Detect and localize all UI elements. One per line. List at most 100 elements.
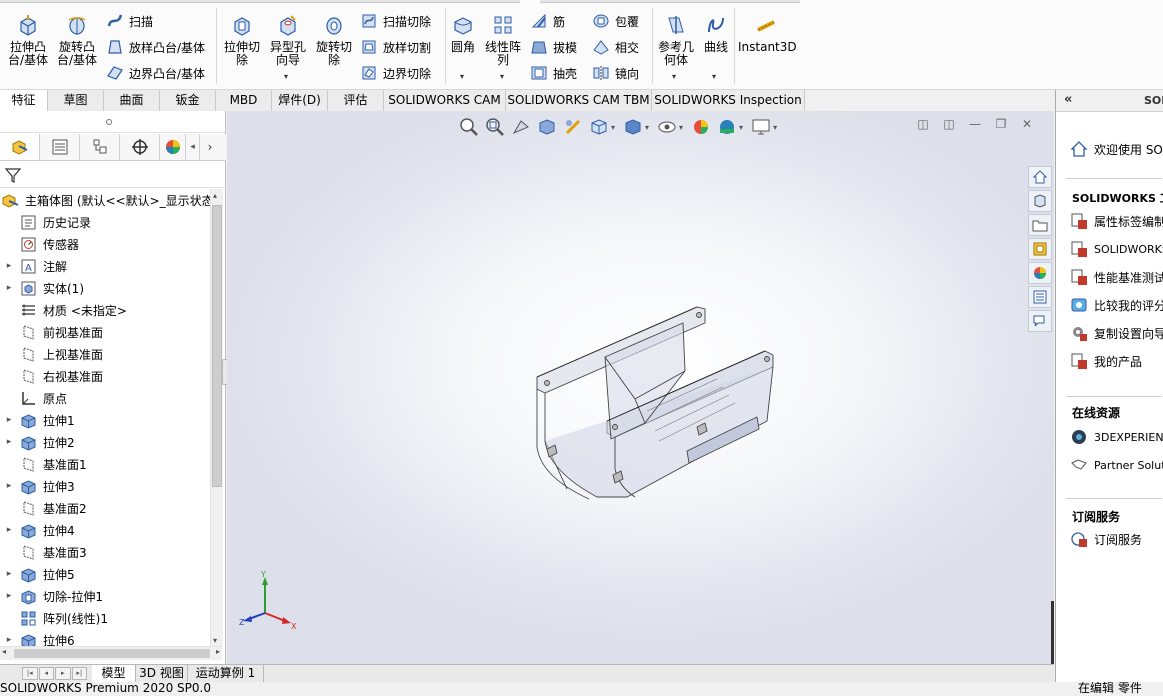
zoom-to-fit-icon[interactable] [459,117,479,137]
tab-evaluate[interactable]: 评估 [328,90,384,111]
tab-solidworks-cam-tbm[interactable]: SOLIDWORKS CAM TBM [506,90,652,111]
extrude-cut-button[interactable]: 拉伸切 除 [220,14,264,67]
rib-button[interactable]: 筋 [530,10,565,32]
section-view-icon[interactable] [537,117,557,137]
feature-manager-tab[interactable] [0,134,40,160]
scroll-up-icon[interactable]: ▴ [213,191,217,200]
property-manager-tab[interactable] [40,134,80,160]
expand-arrow-icon[interactable]: ▸ [2,569,16,579]
restore-icon[interactable]: ❐ [988,117,1014,131]
tab-features[interactable]: 特征 [0,90,48,111]
tab-weldments[interactable]: 焊件(D) [272,90,328,111]
tool-link[interactable]: 复制设置向导 [1070,324,1163,342]
file-explorer-icon[interactable] [1028,214,1052,236]
draft-button[interactable]: 拔模 [530,36,577,58]
expand-arrow-icon[interactable]: ▸ [2,261,16,271]
minimize-icon[interactable]: — [962,117,988,131]
expand-arrow-icon[interactable]: ▸ [2,591,16,601]
first-tab-icon[interactable]: |◂ [22,667,38,680]
tree-item[interactable]: 基准面3 [0,541,210,563]
scroll-left-icon[interactable]: ◂ [2,647,6,656]
tab-solidworks-cam[interactable]: SOLIDWORKS CAM [384,90,506,111]
tree-item[interactable]: ▸ 实体(1) [0,277,210,299]
tree-item[interactable]: ▸ 拉伸5 [0,563,210,585]
dimxpert-manager-tab[interactable] [120,134,160,160]
expand-arrow-icon[interactable]: ▸ [2,635,16,645]
next-tab-icon[interactable]: ▸ [55,667,71,680]
tree-item[interactable]: ▸ 拉伸3 [0,475,210,497]
expand-arrow-icon[interactable]: ▸ [2,437,16,447]
tab-motion-study[interactable]: 运动算例 1 [188,665,264,682]
tree-item[interactable]: 前视基准面 [0,321,210,343]
view-palette-icon[interactable] [1028,238,1052,260]
display-style-icon[interactable] [623,117,643,137]
tree-item[interactable]: 历史记录 [0,211,210,233]
tool-link[interactable]: 属性标签编制 [1070,212,1163,230]
tree-item[interactable]: 右视基准面 [0,365,210,387]
scroll-right-icon[interactable]: ▸ [216,647,220,656]
custom-properties-icon[interactable] [1028,286,1052,308]
tool-link[interactable]: 我的产品 [1070,352,1142,370]
tree-item[interactable]: 上视基准面 [0,343,210,365]
last-tab-icon[interactable]: ▸| [71,667,87,680]
wrap-button[interactable]: 包覆 [592,10,639,32]
tree-filter[interactable] [0,162,226,188]
tree-item[interactable]: ▸ A 注解 [0,255,210,277]
tab-solidworks-inspection[interactable]: SOLIDWORKS Inspection [652,90,805,111]
configuration-manager-tab[interactable] [80,134,120,160]
tab-model[interactable]: 模型 [92,665,136,682]
tab-3d-view[interactable]: 3D 视图 [136,665,188,682]
linear-pattern-chevron-down-icon[interactable]: ▾ [500,72,504,81]
apply-scene-icon[interactable] [717,117,737,137]
zoom-area-icon[interactable] [485,117,505,137]
fillet-chevron-down-icon[interactable]: ▾ [460,72,464,81]
view-settings-icon[interactable] [751,117,771,137]
revolve-cut-button[interactable]: 旋转切 除 [312,14,356,67]
tree-root-part[interactable]: 主箱体图 (默认<<默认>_显示状态 [0,189,210,211]
expand-arrow-icon[interactable]: ▸ [2,525,16,535]
tree-item[interactable]: ▸ 拉伸2 [0,431,210,453]
tree-item[interactable]: 基准面2 [0,497,210,519]
tool-link[interactable]: 比较我的评分 [1070,296,1163,314]
edit-appearance-icon[interactable] [691,117,711,137]
expand-arrow-icon[interactable]: ▸ [2,283,16,293]
expand-arrow-icon[interactable]: ▸ [2,481,16,491]
intersect-button[interactable]: 相交 [592,36,639,58]
tree-item[interactable]: 材质 <未指定> [0,299,210,321]
boundary-cut-button[interactable]: 边界切除 [360,62,431,84]
tree-item[interactable]: 基准面1 [0,453,210,475]
3dexperience-link[interactable]: 3DEXPERIENCE [1070,428,1163,446]
partner-solutions-link[interactable]: Partner Solut [1070,456,1163,474]
tool-link[interactable]: SOLIDWORKS [1070,240,1163,258]
fillet-button[interactable]: 圆角 [448,14,478,54]
tree-item[interactable]: ▸ 拉伸6 [0,629,210,647]
previous-view-icon[interactable] [511,117,531,137]
view-orientation-icon[interactable] [589,117,609,137]
view-settings-chevron-down-icon[interactable]: ▾ [773,123,777,132]
tab-surfaces[interactable]: 曲面 [104,90,160,111]
tab-scroll-right-icon[interactable]: › [200,134,220,160]
tree-item[interactable]: ▸ 拉伸1 [0,409,210,431]
hide-show-items-icon[interactable] [657,117,677,137]
tree-vertical-scrollbar[interactable]: ▴ ▾ [210,189,223,647]
tree-horizontal-scrollbar[interactable]: ◂ ▸ [0,646,222,660]
gearbox-housing-model[interactable] [527,301,787,501]
expand-arrow-icon[interactable]: ▸ [2,415,16,425]
close-icon[interactable]: ✕ [1014,117,1040,131]
previous-window-icon[interactable]: ◫ [910,117,936,131]
apply-scene-chevron-down-icon[interactable]: ▾ [739,123,743,132]
curves-chevron-down-icon[interactable]: ▾ [712,72,716,81]
shell-button[interactable]: 抽壳 [530,62,577,84]
design-library-icon[interactable] [1028,190,1052,212]
appearances-scenes-icon[interactable] [1028,262,1052,284]
welcome-link[interactable]: 欢迎使用 SO [1070,140,1163,158]
curves-button[interactable]: 曲线 [700,14,732,54]
hole-wizard-chevron-down-icon[interactable]: ▾ [284,72,288,81]
instant3d-button[interactable]: Instant3D [738,14,797,54]
reference-geometry-button[interactable]: 参考几 何体 [655,14,697,67]
display-manager-tab[interactable] [160,134,186,160]
reference-geometry-chevron-down-icon[interactable]: ▾ [672,72,676,81]
hide-show-chevron-down-icon[interactable]: ▾ [679,123,683,132]
resources-home-icon[interactable] [1028,166,1052,188]
tool-link[interactable]: 性能基准测试 [1070,268,1163,286]
